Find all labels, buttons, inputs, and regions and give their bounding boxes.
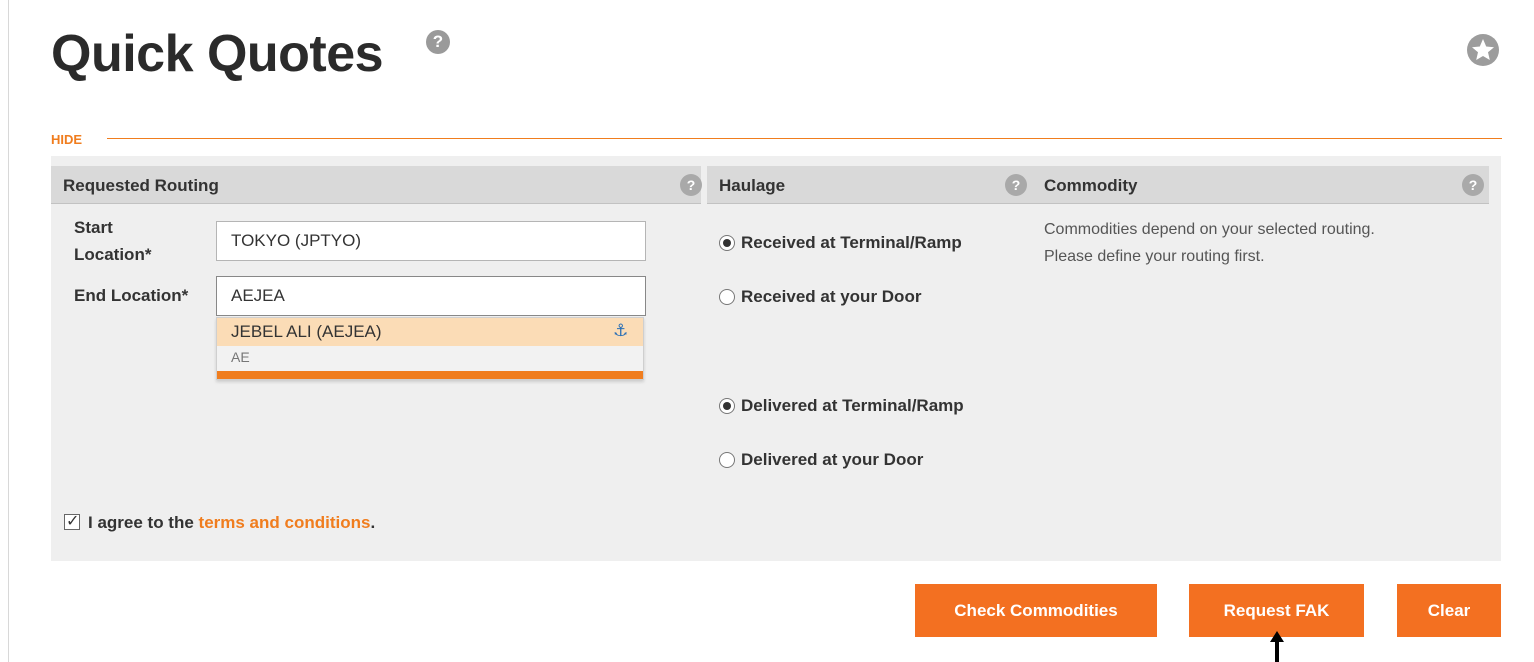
commodity-header: Commodity ? [1032,166,1489,204]
commodity-note: Commodities depend on your selected rout… [1044,221,1375,265]
routing-header-label: Requested Routing [63,176,219,195]
suggestion-country: AE [231,349,250,365]
start-location-input[interactable] [216,221,646,261]
haulage-header: Haulage ? [707,166,1032,204]
left-border [8,0,9,662]
commodity-header-label: Commodity [1044,176,1138,195]
favorite-star-icon[interactable] [1463,30,1503,70]
routing-help-icon[interactable]: ? [680,174,702,196]
routing-header: Requested Routing ? [51,166,702,204]
haulage-help-icon[interactable]: ? [1005,174,1027,196]
location-suggestions-dropdown: JEBEL ALI (AEJEA) ⚓ AE [216,317,644,380]
start-location-label: Start Location* [74,218,152,264]
suggestion-jebel-ali[interactable]: JEBEL ALI (AEJEA) ⚓ [217,318,643,346]
checkmark-icon: ✓ [66,513,80,530]
anchor-icon: ⚓ [613,321,629,340]
dropdown-scroll-bar[interactable] [217,371,643,379]
radio-button[interactable] [719,452,735,468]
terms-checkbox[interactable]: ✓ [64,513,80,530]
page-title: Quick Quotes [51,25,384,83]
section-divider [107,138,1502,139]
radio-button[interactable] [719,398,735,414]
request-fak-button[interactable]: Request FAK [1189,584,1364,637]
mouse-cursor-icon [1270,631,1284,662]
end-location-input[interactable] [216,276,646,316]
check-commodities-button[interactable]: Check Commodities [915,584,1157,637]
end-location-label: End Location* [74,286,189,305]
haulage-header-label: Haulage [719,176,786,195]
radio-button[interactable] [719,289,735,305]
terms-agreement-text: I agree to the terms and conditions. [88,513,376,532]
suggestion-name: JEBEL ALI (AEJEA) [231,322,382,341]
commodity-help-icon[interactable]: ? [1462,174,1484,196]
clear-button[interactable]: Clear [1397,584,1501,637]
terms-link[interactable]: terms and conditions [199,513,371,532]
quote-form-panel: Requested Routing ? Haulage ? Commodity … [51,156,1501,561]
radio-button[interactable] [719,235,735,251]
hide-toggle[interactable]: HIDE [51,132,82,147]
title-help-icon[interactable]: ? [426,30,450,54]
